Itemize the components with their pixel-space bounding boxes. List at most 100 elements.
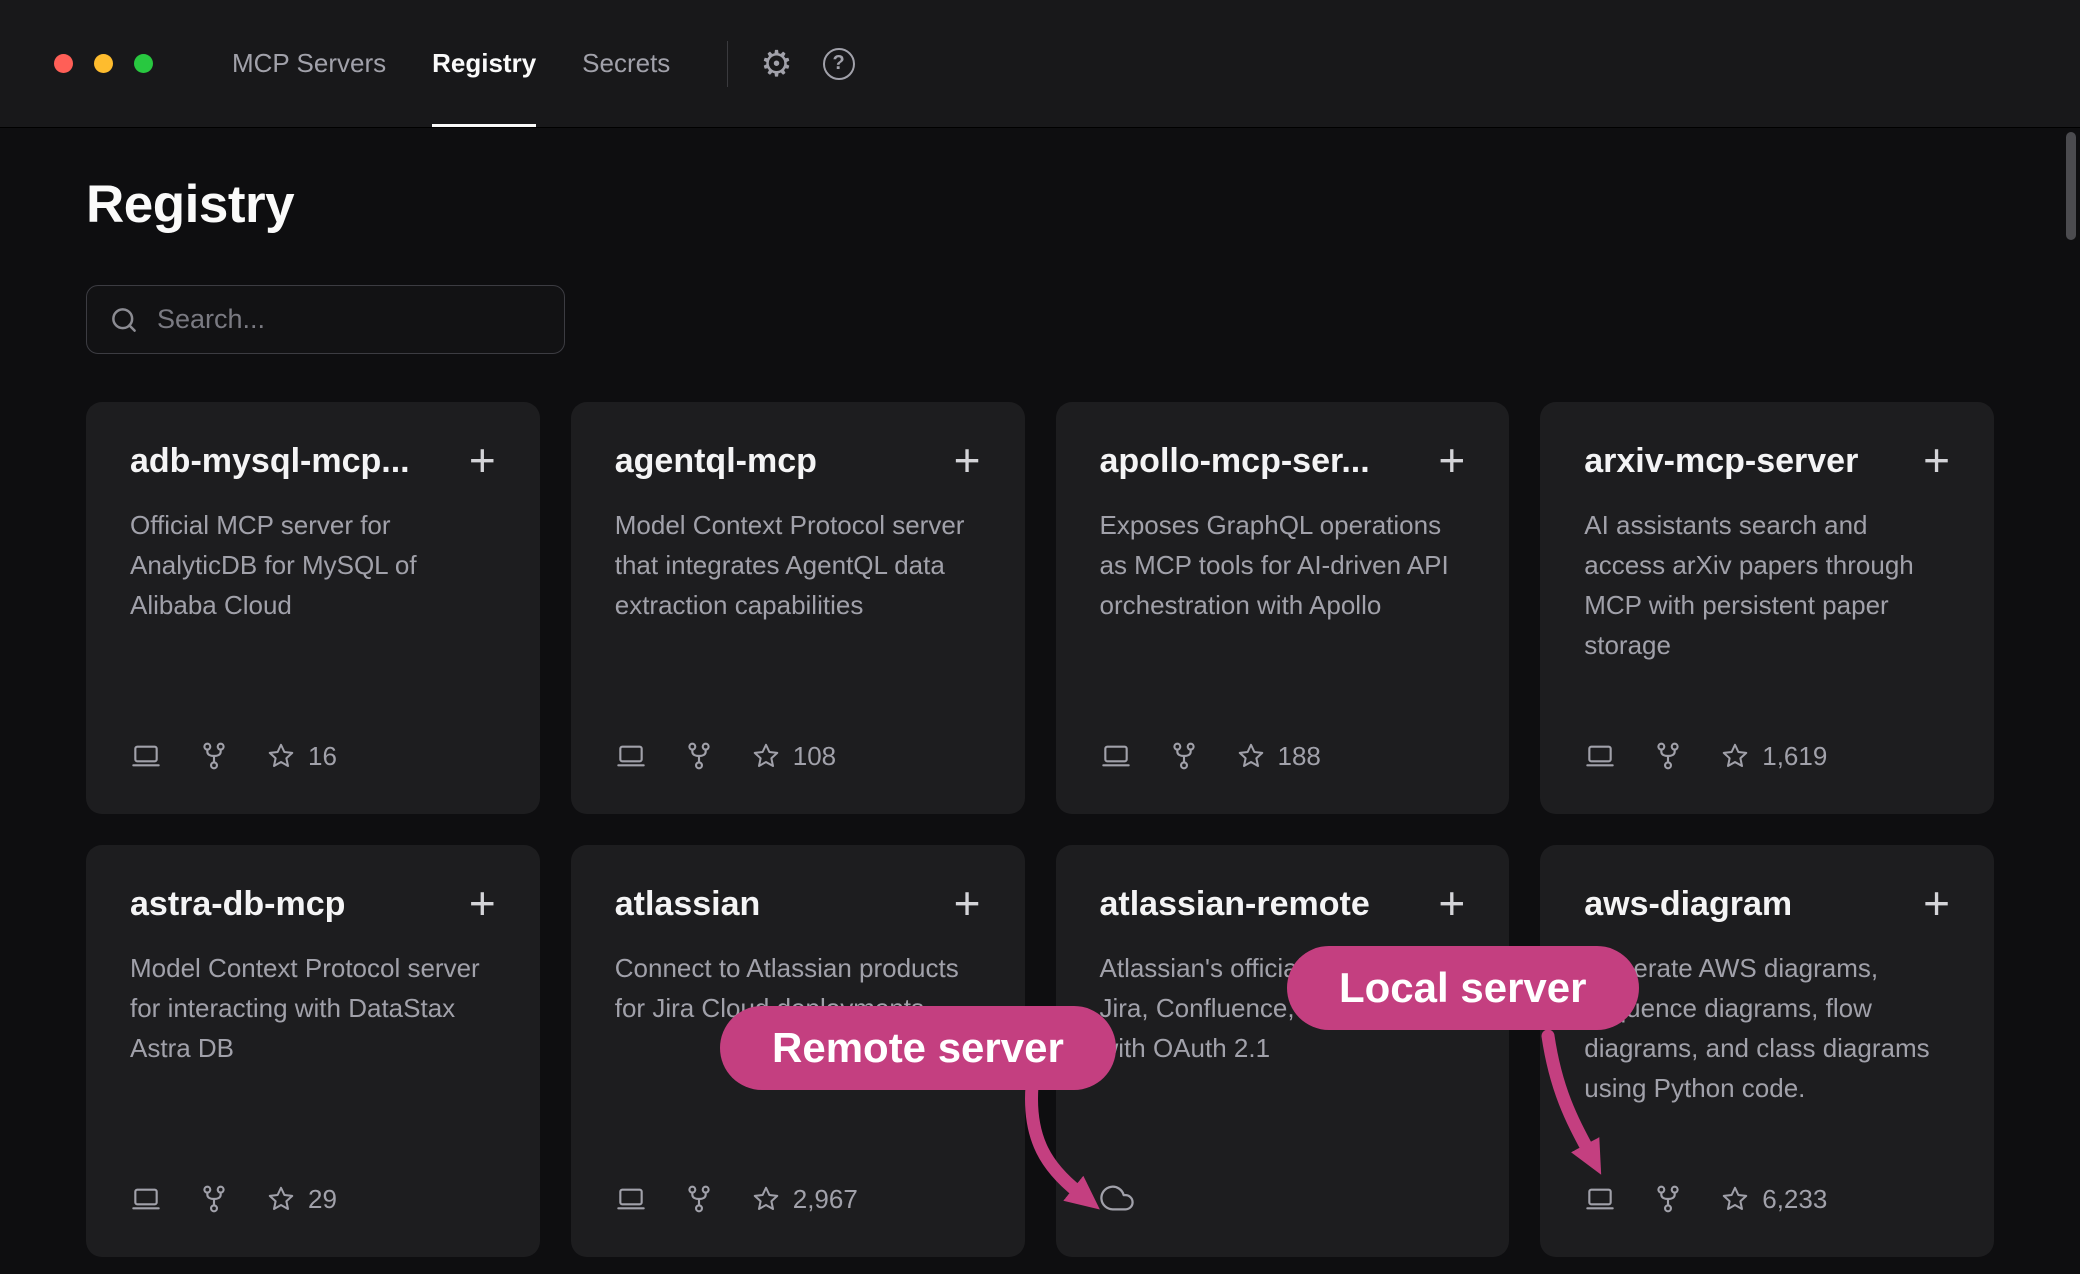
server-card[interactable]: adb-mysql-mcp... + Official MCP server f…	[86, 402, 540, 814]
tab-secrets[interactable]: Secrets	[559, 0, 693, 127]
server-name: astra-db-mcp	[130, 885, 345, 924]
local-server-callout-label: Local server	[1339, 964, 1587, 1012]
stars-stat: 6,233	[1720, 1184, 1827, 1215]
github-fork-icon[interactable]	[1168, 740, 1200, 772]
server-card[interactable]: apollo-mcp-ser... + Exposes GraphQL oper…	[1056, 402, 1510, 814]
local-server-icon	[1584, 740, 1616, 772]
tab-label: Registry	[432, 48, 536, 79]
plus-icon: +	[469, 877, 496, 929]
help-icon: ?	[832, 52, 844, 75]
local-server-icon	[130, 740, 162, 772]
plus-icon: +	[954, 877, 981, 929]
server-name: apollo-mcp-ser...	[1100, 442, 1370, 481]
plus-icon: +	[469, 434, 496, 486]
server-name: arxiv-mcp-server	[1584, 442, 1858, 481]
server-description: Model Context Protocol server that integ…	[615, 505, 981, 625]
github-fork-icon[interactable]	[1652, 740, 1684, 772]
page-title: Registry	[86, 174, 1994, 235]
server-card[interactable]: arxiv-mcp-server + AI assistants search …	[1540, 402, 1994, 814]
search-input[interactable]	[155, 303, 542, 336]
add-server-button[interactable]: +	[1923, 885, 1950, 922]
titlebar: MCP Servers Registry Secrets ⚙ ?	[0, 0, 2080, 128]
add-server-button[interactable]: +	[1438, 442, 1465, 479]
server-name: atlassian	[615, 885, 761, 924]
stars-stat: 108	[751, 741, 836, 772]
local-server-icon	[1100, 740, 1132, 772]
github-fork-icon[interactable]	[198, 1183, 230, 1215]
settings-button[interactable]: ⚙	[760, 46, 792, 82]
add-server-button[interactable]: +	[1923, 442, 1950, 479]
server-name: adb-mysql-mcp...	[130, 442, 410, 481]
local-server-callout: Local server	[1287, 946, 1639, 1030]
registry-page: Registry adb-mysql-mcp... + Official MCP…	[0, 174, 2080, 1257]
server-name: atlassian-remote	[1100, 885, 1370, 924]
star-icon	[1720, 1184, 1750, 1214]
tab-mcp-servers[interactable]: MCP Servers	[209, 0, 409, 127]
minimize-button[interactable]	[94, 54, 113, 73]
star-icon	[751, 741, 781, 771]
window-controls	[54, 54, 153, 73]
plus-icon: +	[1923, 434, 1950, 486]
server-description: Official MCP server for AnalyticDB for M…	[130, 505, 496, 625]
stars-stat: 29	[266, 1184, 337, 1215]
star-icon	[1236, 741, 1266, 771]
stars-count: 29	[308, 1184, 337, 1215]
plus-icon: +	[954, 434, 981, 486]
star-icon	[266, 1184, 296, 1214]
local-server-icon	[1584, 1183, 1616, 1215]
stars-stat: 188	[1236, 741, 1321, 772]
local-server-icon	[130, 1183, 162, 1215]
search-icon	[109, 305, 139, 335]
plus-icon: +	[1438, 877, 1465, 929]
add-server-button[interactable]: +	[1438, 885, 1465, 922]
server-card[interactable]: astra-db-mcp + Model Context Protocol se…	[86, 845, 540, 1257]
help-button[interactable]: ?	[823, 48, 855, 80]
star-icon	[1720, 741, 1750, 771]
server-description: AI assistants search and access arXiv pa…	[1584, 505, 1950, 665]
github-fork-icon[interactable]	[198, 740, 230, 772]
search-box	[86, 285, 565, 354]
tab-registry[interactable]: Registry	[409, 0, 559, 127]
server-card[interactable]: atlassian-remote + Atlassian's official …	[1056, 845, 1510, 1257]
server-name: aws-diagram	[1584, 885, 1792, 924]
local-server-icon	[615, 1183, 647, 1215]
github-fork-icon[interactable]	[683, 740, 715, 772]
plus-icon: +	[1923, 877, 1950, 929]
server-card[interactable]: agentql-mcp + Model Context Protocol ser…	[571, 402, 1025, 814]
stars-count: 2,967	[793, 1184, 858, 1215]
github-fork-icon[interactable]	[1652, 1183, 1684, 1215]
remote-server-callout: Remote server	[720, 1006, 1116, 1090]
local-server-icon	[615, 740, 647, 772]
stars-count: 16	[308, 741, 337, 772]
tab-label: Secrets	[582, 48, 670, 79]
add-server-button[interactable]: +	[954, 442, 981, 479]
tab-label: MCP Servers	[232, 48, 386, 79]
server-description: Generate AWS diagrams, sequence diagrams…	[1584, 948, 1950, 1108]
stars-count: 108	[793, 741, 836, 772]
topbar-divider	[727, 41, 728, 87]
cloud-icon	[1100, 1181, 1134, 1215]
stars-count: 1,619	[1762, 741, 1827, 772]
stars-count: 188	[1278, 741, 1321, 772]
server-description: Exposes GraphQL operations as MCP tools …	[1100, 505, 1466, 625]
scrollbar-thumb[interactable]	[2066, 132, 2076, 240]
server-card-grid: adb-mysql-mcp... + Official MCP server f…	[86, 402, 1994, 1257]
add-server-button[interactable]: +	[469, 885, 496, 922]
add-server-button[interactable]: +	[954, 885, 981, 922]
server-card[interactable]: aws-diagram + Generate AWS diagrams, seq…	[1540, 845, 1994, 1257]
stars-count: 6,233	[1762, 1184, 1827, 1215]
stars-stat: 2,967	[751, 1184, 858, 1215]
star-icon	[751, 1184, 781, 1214]
remote-server-callout-label: Remote server	[772, 1024, 1064, 1072]
close-button[interactable]	[54, 54, 73, 73]
plus-icon: +	[1438, 434, 1465, 486]
zoom-button[interactable]	[134, 54, 153, 73]
github-fork-icon[interactable]	[683, 1183, 715, 1215]
stars-stat: 1,619	[1720, 741, 1827, 772]
server-description: Model Context Protocol server for intera…	[130, 948, 496, 1068]
main-nav: MCP Servers Registry Secrets	[209, 0, 693, 127]
server-name: agentql-mcp	[615, 442, 817, 481]
add-server-button[interactable]: +	[469, 442, 496, 479]
star-icon	[266, 741, 296, 771]
stars-stat: 16	[266, 741, 337, 772]
